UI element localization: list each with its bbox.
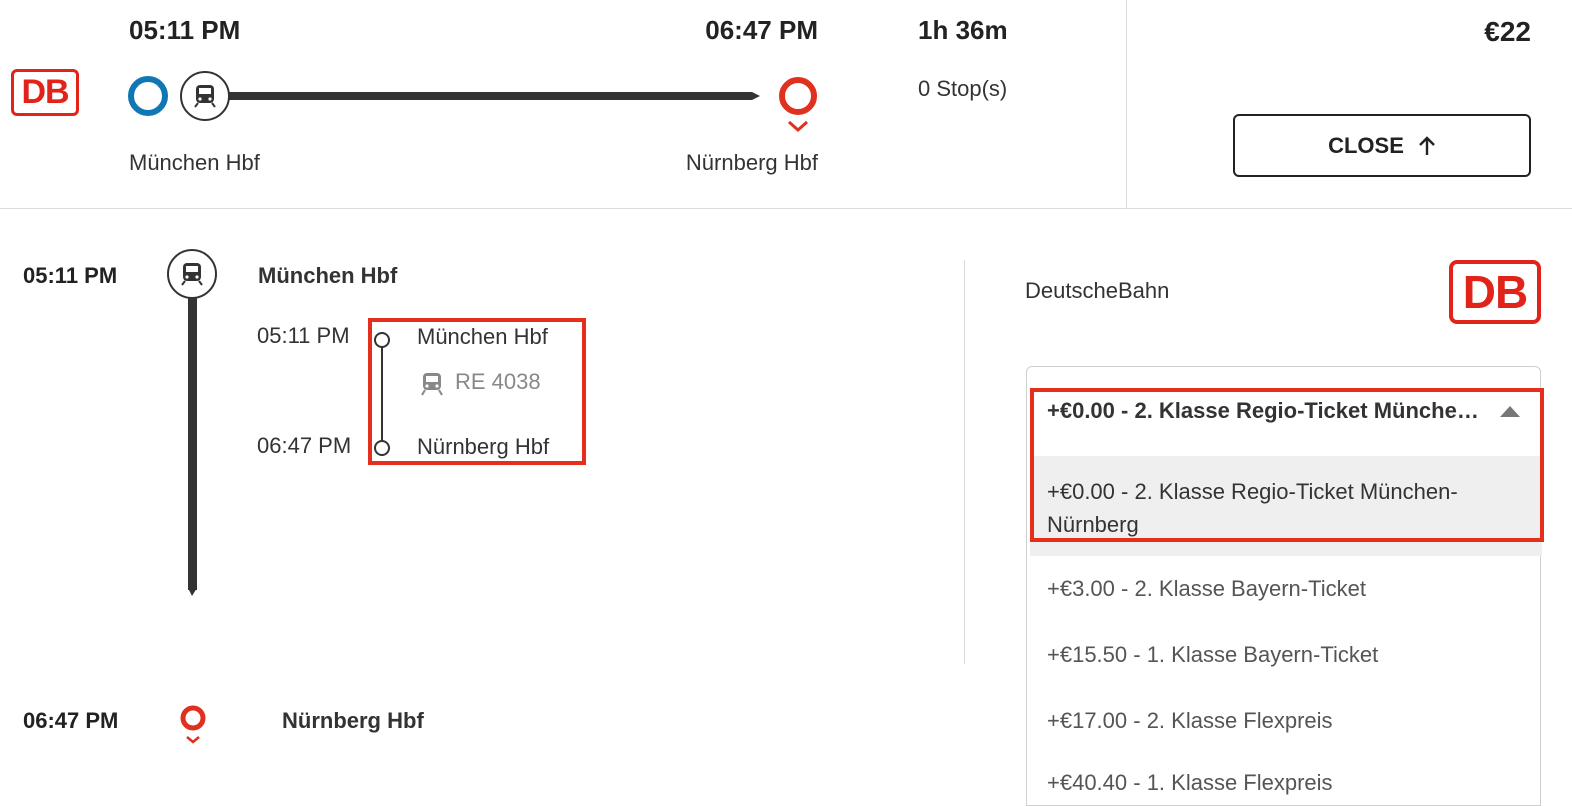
stop-count: 0 Stop(s) — [918, 76, 1008, 101]
db-logo-text: DB — [21, 73, 69, 111]
leg-depart-time: 05:11 PM — [257, 323, 350, 348]
leg-arrive-station: Nürnberg Hbf — [417, 434, 550, 459]
destination-pin-icon — [180, 705, 206, 744]
header-price-divider — [1126, 0, 1127, 208]
db-logo: DB — [11, 69, 79, 116]
fare-dropdown-selected[interactable]: +€0.00 - 2. Klasse Regio-Ticket München-… — [1030, 388, 1542, 456]
fare-option[interactable]: +€0.00 - 2. Klasse Regio-Ticket München-… — [1030, 456, 1542, 556]
close-button-label: CLOSE — [1328, 132, 1404, 158]
leg-end-stop-icon — [374, 440, 390, 456]
itinerary-end-time: 06:47 PM — [23, 708, 119, 733]
leg-arrive-time: 06:47 PM — [257, 433, 352, 458]
destination-station: Nürnberg Hbf — [685, 150, 818, 175]
trip-price: €22 — [1484, 16, 1531, 47]
itinerary-end-station: Nürnberg Hbf — [282, 708, 424, 733]
fare-option[interactable]: +€3.00 - 2. Klasse Bayern-Ticket — [1030, 572, 1542, 605]
route-line — [228, 92, 760, 100]
leg-start-stop-icon — [374, 332, 390, 348]
db-logo-text: DB — [1462, 266, 1528, 318]
itinerary-timeline — [167, 249, 217, 596]
fare-option[interactable]: +€15.50 - 1. Klasse Bayern-Ticket — [1030, 638, 1542, 671]
operator-name: DeutscheBahn — [1025, 278, 1170, 303]
arrow-up-icon — [1419, 135, 1435, 155]
itinerary-start-time: 05:11 PM — [23, 263, 118, 288]
detail-divider — [964, 260, 965, 664]
origin-station: München Hbf — [129, 150, 260, 175]
origin-circle-icon — [128, 76, 168, 116]
leg-highlight-box: München Hbf RE 4038 Nürnberg Hbf — [368, 318, 586, 465]
train-icon — [180, 71, 230, 121]
route-graphic — [128, 71, 817, 133]
close-button[interactable]: CLOSE — [1233, 114, 1531, 177]
train-icon — [421, 373, 443, 396]
itinerary-start-station: München Hbf — [258, 263, 398, 288]
timeline-bar — [188, 288, 197, 590]
leg-depart-station: München Hbf — [417, 324, 548, 349]
train-station-icon — [167, 249, 217, 299]
leg-train-number: RE 4038 — [455, 369, 541, 394]
header-divider — [0, 208, 1572, 209]
destination-pin-icon — [779, 77, 817, 133]
fare-option[interactable]: +€40.40 - 1. Klasse Flexpreis — [1030, 766, 1542, 799]
caret-up-icon[interactable] — [1500, 406, 1520, 417]
departure-time: 05:11 PM — [129, 15, 241, 45]
fare-option[interactable]: +€17.00 - 2. Klasse Flexpreis — [1030, 704, 1542, 737]
arrival-time: 06:47 PM — [705, 15, 818, 45]
leg-stop-line — [374, 332, 390, 456]
trip-duration: 1h 36m — [918, 15, 1008, 45]
db-logo: DB — [1449, 260, 1541, 324]
